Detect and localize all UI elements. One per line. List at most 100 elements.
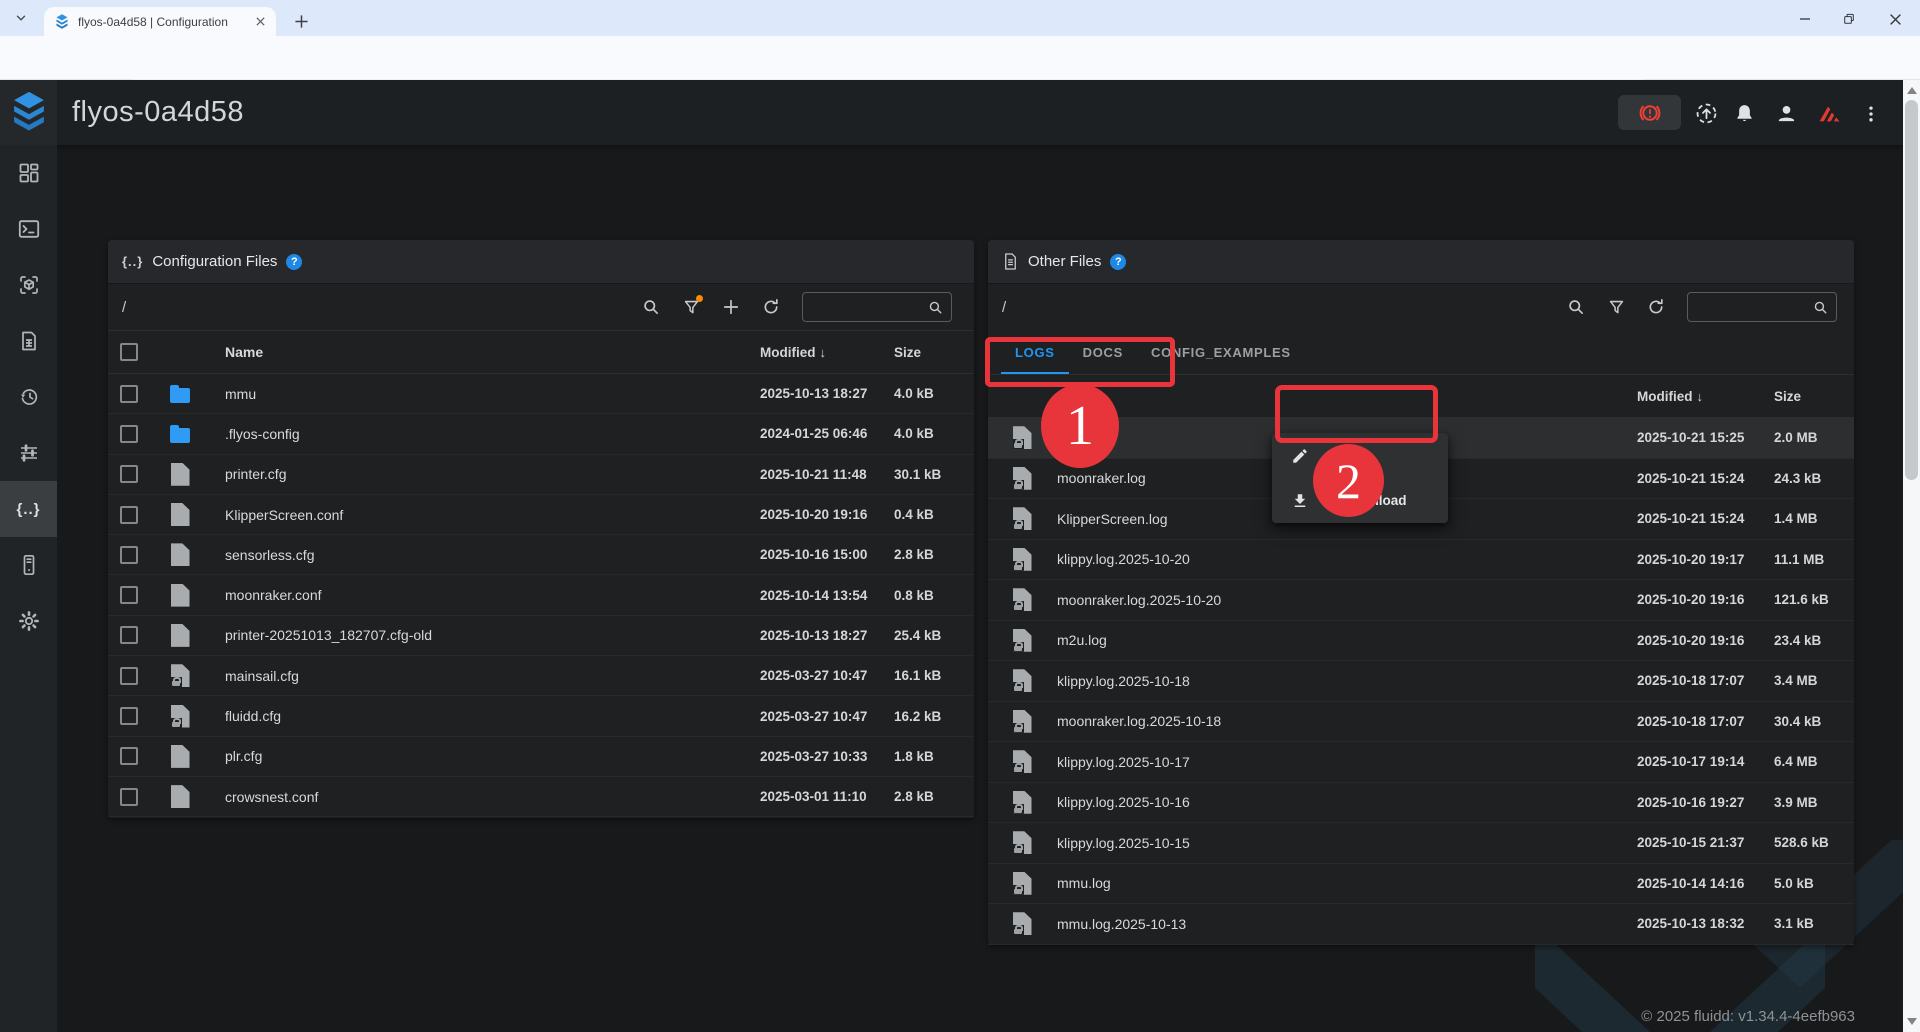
refresh-icon[interactable] (761, 297, 781, 317)
file-size: 4.0 kB (894, 426, 974, 441)
file-type-icon (170, 388, 190, 403)
file-modified: 2024-01-25 06:46 (760, 426, 894, 441)
filter-icon[interactable] (681, 297, 701, 317)
file-modified: 2025-03-27 10:47 (760, 668, 894, 683)
file-name: klippy.log.2025-10-17 (1044, 754, 1637, 770)
other-search-box (1687, 292, 1837, 322)
row-checkbox[interactable] (120, 667, 138, 685)
new-tab-button[interactable] (288, 8, 314, 34)
file-row[interactable]: m2u.log 2025-10-20 19:16 23.4 kB (988, 621, 1854, 662)
page-scrollbar[interactable] (1903, 80, 1920, 1032)
row-checkbox[interactable] (120, 586, 138, 604)
row-checkbox[interactable] (120, 465, 138, 483)
config-file-toolbar: / (108, 284, 974, 330)
select-all-checkbox[interactable] (120, 343, 138, 361)
brand-logo-icon[interactable] (1817, 101, 1842, 126)
scroll-up-arrow-icon[interactable] (1907, 87, 1917, 94)
scrollbar-thumb[interactable] (1905, 100, 1918, 480)
window-minimize-button[interactable] (1788, 6, 1822, 32)
window-restore-button[interactable] (1832, 6, 1866, 32)
row-checkbox[interactable] (120, 626, 138, 644)
sidebar-item-configuration[interactable]: {..} (0, 481, 57, 537)
file-modified: 2025-10-14 14:16 (1637, 876, 1774, 891)
row-checkbox[interactable] (120, 506, 138, 524)
file-row[interactable]: mmu 2025-10-13 18:27 4.0 kB (108, 374, 974, 414)
file-row[interactable]: moonraker.conf 2025-10-14 13:54 0.8 kB (108, 575, 974, 615)
fluidd-logo[interactable] (0, 80, 57, 145)
file-row[interactable]: klippy.log.2025-10-17 2025-10-17 19:14 6… (988, 742, 1854, 783)
file-row[interactable]: KlipperScreen.conf 2025-10-20 19:16 0.4 … (108, 495, 974, 535)
current-path: / (122, 299, 126, 316)
tab-close-icon[interactable] (252, 14, 268, 30)
sidebar-item-history[interactable] (0, 369, 57, 425)
sidebar-item-dashboard[interactable] (0, 145, 57, 201)
column-header-size[interactable]: Size (894, 345, 974, 360)
sidebar-item-jobs[interactable] (0, 313, 57, 369)
file-row[interactable]: printer-20251013_182707.cfg-old 2025-10-… (108, 616, 974, 656)
column-header-modified[interactable]: Modified↓ (760, 345, 894, 360)
file-row[interactable]: fluidd.cfg 2025-03-27 10:47 16.2 kB (108, 696, 974, 736)
file-row[interactable]: crowsnest.conf 2025-03-01 11:10 2.8 kB (108, 777, 974, 817)
row-checkbox[interactable] (120, 385, 138, 403)
column-header-modified[interactable]: Modified↓ (1637, 389, 1774, 404)
column-header-size[interactable]: Size (1774, 389, 1854, 404)
file-modified: 2025-10-15 21:37 (1637, 835, 1774, 850)
file-row[interactable]: printer.cfg 2025-10-21 11:48 30.1 kB (108, 455, 974, 495)
file-row[interactable]: klippy.log.2025-10-20 2025-10-20 19:17 1… (988, 540, 1854, 581)
filter-icon[interactable] (1606, 297, 1626, 317)
file-row[interactable]: mmu.log.2025-10-13 2025-10-13 18:32 3.1 … (988, 904, 1854, 945)
file-row[interactable]: .flyos-config 2024-01-25 06:46 4.0 kB (108, 414, 974, 454)
file-row[interactable]: moonraker.log.2025-10-18 2025-10-18 17:0… (988, 702, 1854, 743)
tab-search-chevron-icon[interactable] (8, 6, 34, 30)
refresh-icon[interactable] (1646, 297, 1666, 317)
row-checkbox[interactable] (120, 747, 138, 765)
column-header-name[interactable]: Name (202, 344, 760, 360)
overflow-menu-icon[interactable] (1858, 101, 1883, 126)
file-row[interactable]: moonraker.log.2025-10-20 2025-10-20 19:1… (988, 580, 1854, 621)
row-checkbox[interactable] (120, 788, 138, 806)
window-close-button[interactable] (1878, 6, 1912, 32)
file-row[interactable]: klippy.log.2025-10-18 2025-10-18 17:07 3… (988, 661, 1854, 702)
file-row[interactable]: mainsail.cfg 2025-03-27 10:47 16.1 kB (108, 656, 974, 696)
file-type-icon (171, 503, 190, 526)
sidebar-item-system[interactable] (0, 537, 57, 593)
help-icon[interactable]: ? (1110, 254, 1126, 270)
notifications-bell-icon[interactable] (1732, 101, 1757, 126)
file-size: 3.9 MB (1774, 795, 1854, 810)
file-modified: 2025-10-21 11:48 (760, 467, 894, 482)
download-icon (1290, 491, 1310, 511)
file-size: 30.1 kB (894, 467, 974, 482)
annotation-badge-1: 1 (1041, 384, 1119, 468)
file-modified: 2025-10-13 18:27 (760, 628, 894, 643)
file-size: 3.4 MB (1774, 673, 1854, 688)
row-checkbox[interactable] (120, 425, 138, 443)
file-name: printer.cfg (202, 466, 760, 482)
search-icon[interactable] (1566, 297, 1586, 317)
document-icon (1002, 252, 1019, 271)
user-account-icon[interactable] (1774, 101, 1799, 126)
file-size: 1.4 MB (1774, 511, 1854, 526)
row-checkbox[interactable] (120, 546, 138, 564)
pencil-icon (1290, 446, 1310, 466)
file-row[interactable]: mmu.log 2025-10-14 14:16 5.0 kB (988, 864, 1854, 905)
screen: flyos-0a4d58 | Configuration (0, 0, 1920, 1032)
add-file-icon[interactable] (721, 297, 741, 317)
row-checkbox[interactable] (120, 707, 138, 725)
file-row[interactable]: klippy.log.2025-10-16 2025-10-16 19:27 3… (988, 783, 1854, 824)
scroll-down-arrow-icon[interactable] (1907, 1018, 1917, 1025)
file-row[interactable]: plr.cfg 2025-03-27 10:33 1.8 kB (108, 737, 974, 777)
sidebar-item-gcode-preview[interactable] (0, 257, 57, 313)
file-row[interactable]: klippy.log.2025-10-15 2025-10-15 21:37 5… (988, 823, 1854, 864)
file-row[interactable]: sensorless.cfg 2025-10-16 15:00 2.8 kB (108, 535, 974, 575)
check-updates-icon[interactable] (1694, 101, 1719, 126)
sidebar-item-settings[interactable] (0, 593, 57, 649)
lock-badge-icon (1013, 763, 1024, 773)
help-icon[interactable]: ? (286, 254, 302, 270)
file-modified: 2025-10-13 18:27 (760, 386, 894, 401)
sidebar-item-console[interactable] (0, 201, 57, 257)
sidebar-item-tune[interactable] (0, 425, 57, 481)
browser-tab[interactable]: flyos-0a4d58 | Configuration (44, 7, 276, 36)
file-modified: 2025-10-18 17:07 (1637, 714, 1774, 729)
search-icon[interactable] (641, 297, 661, 317)
emergency-stop-button[interactable] (1618, 95, 1681, 130)
